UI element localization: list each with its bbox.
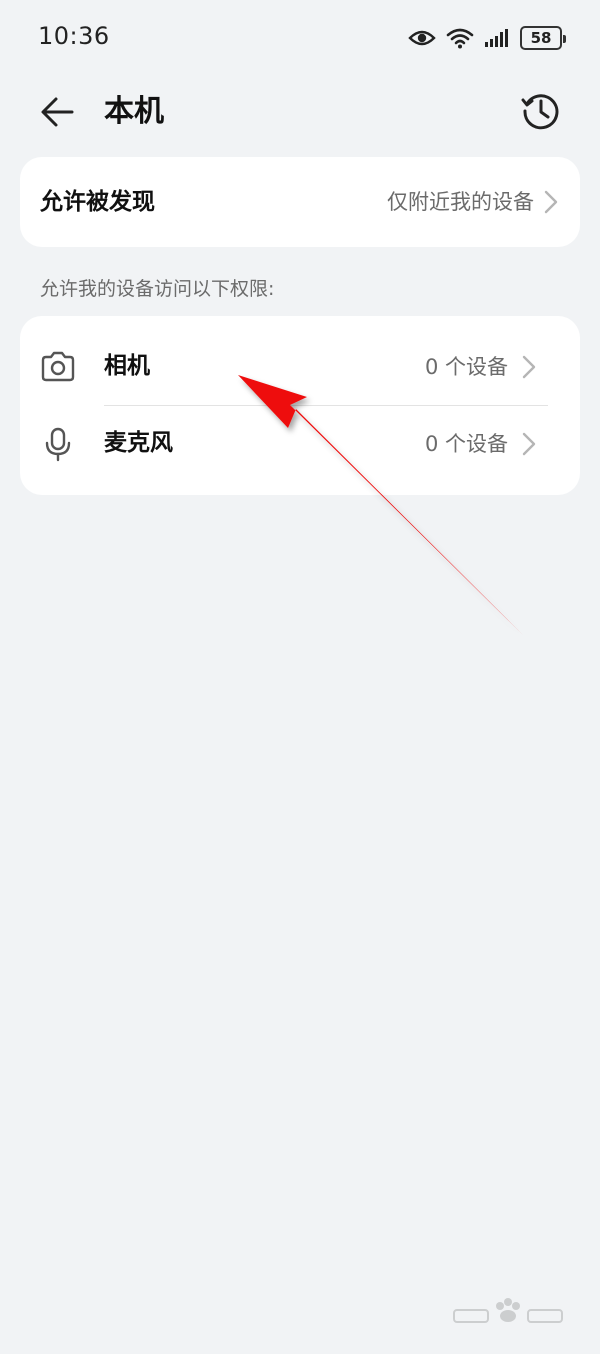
chevron-right-icon [522,432,536,456]
history-button[interactable] [520,90,562,132]
status-icons: 58 [408,22,566,54]
permission-device-count: 0 个设备 [424,432,508,456]
eye-icon [408,28,436,48]
allow-discover-label: 允许被发现 [40,189,155,215]
battery-icon: 58 [520,26,566,50]
permission-label: 麦克风 [104,430,173,456]
back-button[interactable] [38,92,78,132]
allow-discover-value: 仅附近我的设备 [387,190,534,214]
wifi-icon [446,27,474,49]
history-clock-icon [521,94,559,130]
camera-icon [41,351,75,382]
permission-row-camera[interactable]: 相机 0 个设备 [20,328,580,406]
allow-discover-row[interactable]: 允许被发现 仅附近我的设备 [20,157,580,247]
signal-icon [484,28,510,48]
watermark-logo [453,1298,563,1323]
microphone-icon [45,427,71,462]
permissions-section-caption: 允许我的设备访问以下权限: [40,278,275,300]
permission-row-microphone[interactable]: 麦克风 0 个设备 [20,405,580,483]
permission-device-count: 0 个设备 [424,355,508,379]
battery-level: 58 [530,29,552,47]
permissions-card: 相机 0 个设备 麦克风 0 个设备 [20,316,580,495]
app-header: 本机 [0,80,600,144]
discover-card: 允许被发现 仅附近我的设备 [20,157,580,247]
screen: 10:36 58 本机 允许被发现 仅附近我的设备 允许我的设备访问以下权限: … [0,0,600,1354]
back-arrow-icon [41,97,74,127]
chevron-right-icon [522,355,536,379]
page-title: 本机 [104,94,164,129]
permission-label: 相机 [104,353,150,379]
status-time: 10:36 [38,22,110,50]
status-bar: 10:36 58 [0,0,600,76]
chevron-right-icon [544,190,558,214]
